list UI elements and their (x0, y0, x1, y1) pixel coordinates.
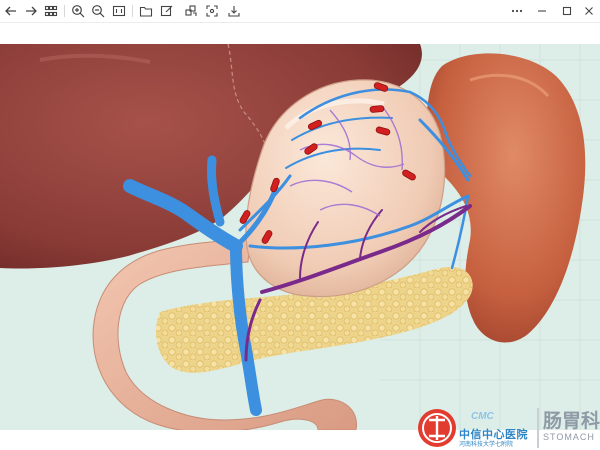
zoom-out-icon[interactable] (89, 2, 107, 20)
open-folder-icon[interactable] (137, 2, 155, 20)
image-canvas[interactable] (0, 44, 600, 430)
forward-arrow-icon[interactable] (22, 2, 40, 20)
hospital-watermark: CMC 中信中心医院 河南科技大学七附院 肠胃科 STOMACH (415, 404, 600, 450)
zoom-in-icon[interactable] (69, 2, 87, 20)
grid-view-icon[interactable] (42, 2, 60, 20)
watermark-divider (537, 408, 539, 448)
anatomy-illustration (0, 44, 600, 430)
download-icon[interactable] (225, 2, 243, 20)
hospital-logo (418, 409, 456, 447)
hospital-abbr: CMC (471, 411, 494, 422)
edit-icon[interactable] (158, 2, 176, 20)
more-options-icon[interactable] (508, 2, 526, 20)
crop-icon[interactable] (182, 2, 200, 20)
department-name-en: STOMACH (543, 432, 595, 442)
department-name: 肠胃科 (543, 411, 600, 432)
hospital-subtitle: 河南科技大学七附院 (459, 442, 514, 448)
minimize-icon[interactable] (533, 2, 551, 20)
close-icon[interactable] (580, 2, 598, 20)
actual-size-icon[interactable] (110, 2, 128, 20)
maximize-icon[interactable] (558, 2, 576, 20)
back-arrow-icon[interactable] (2, 2, 20, 20)
image-viewer-toolbar (0, 0, 600, 23)
fit-screen-icon[interactable] (203, 2, 221, 20)
